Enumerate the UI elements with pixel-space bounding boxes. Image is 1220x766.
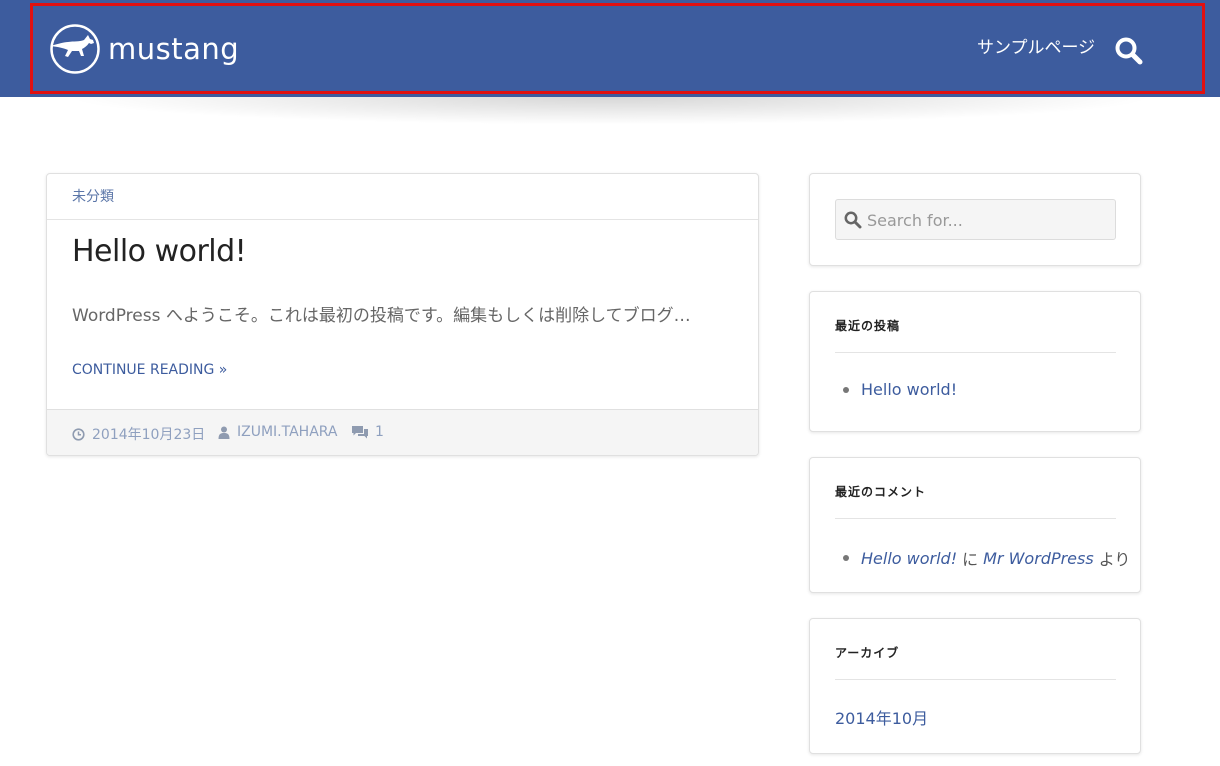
recent-comments-widget: 最近のコメント Hello world! に Mr WordPress より bbox=[809, 457, 1141, 593]
recent-posts-list: Hello world! bbox=[835, 380, 957, 399]
post-comment-count: 1 bbox=[375, 424, 384, 440]
list-item: Hello world! bbox=[835, 380, 957, 399]
widget-title: 最近の投稿 bbox=[835, 319, 901, 333]
header-shadow bbox=[20, 97, 1200, 127]
archive-link[interactable]: 2014年10月 bbox=[835, 705, 928, 729]
archives-widget: アーカイブ 2014年10月 bbox=[809, 618, 1141, 754]
post-comments[interactable]: 1 bbox=[352, 424, 384, 440]
recent-posts-widget: 最近の投稿 Hello world! bbox=[809, 291, 1141, 432]
comment-author-link[interactable]: Mr WordPress bbox=[983, 549, 1094, 568]
post-meta-footer: 2014年10月23日 IZUMI.TAHARA 1 bbox=[47, 409, 758, 455]
bullet bbox=[843, 386, 849, 393]
list-item: Hello world! に Mr WordPress より bbox=[835, 546, 1135, 570]
post-card: 未分類 Hello world! WordPress へようこそ。これは最初の投… bbox=[46, 173, 759, 456]
comments-icon bbox=[352, 425, 368, 438]
clock-icon bbox=[72, 427, 85, 441]
comment-post-link[interactable]: Hello world! bbox=[861, 549, 957, 568]
post-category-link[interactable]: 未分類 bbox=[72, 186, 114, 206]
post-date[interactable]: 2014年10月23日 bbox=[72, 424, 205, 444]
divider bbox=[47, 219, 758, 220]
comment-suffix: より bbox=[1098, 550, 1131, 569]
divider bbox=[835, 518, 1116, 519]
post-date-text: 2014年10月23日 bbox=[92, 427, 206, 443]
search-widget bbox=[809, 173, 1141, 266]
comment-connector: に bbox=[962, 550, 979, 569]
divider bbox=[835, 679, 1116, 680]
post-title[interactable]: Hello world! bbox=[72, 234, 247, 269]
divider bbox=[835, 352, 1116, 353]
sidebar-search-input[interactable] bbox=[867, 206, 1107, 234]
recent-post-link[interactable]: Hello world! bbox=[861, 380, 957, 399]
bullet bbox=[843, 555, 849, 561]
continue-reading-link[interactable]: CONTINUE READING » bbox=[72, 362, 227, 378]
highlight-frame bbox=[30, 3, 1205, 94]
sidebar-search-field[interactable] bbox=[835, 199, 1116, 240]
search-icon bbox=[844, 211, 862, 229]
post-excerpt: WordPress へようこそ。これは最初の投稿です。編集もしくは削除してブログ… bbox=[72, 306, 691, 326]
user-icon bbox=[218, 426, 230, 439]
post-author[interactable]: IZUMI.TAHARA bbox=[218, 424, 338, 440]
post-author-text: IZUMI.TAHARA bbox=[237, 424, 338, 440]
widget-title: アーカイブ bbox=[835, 646, 900, 660]
recent-comments-list: Hello world! に Mr WordPress より bbox=[835, 546, 1135, 570]
widget-title: 最近のコメント bbox=[835, 485, 927, 499]
